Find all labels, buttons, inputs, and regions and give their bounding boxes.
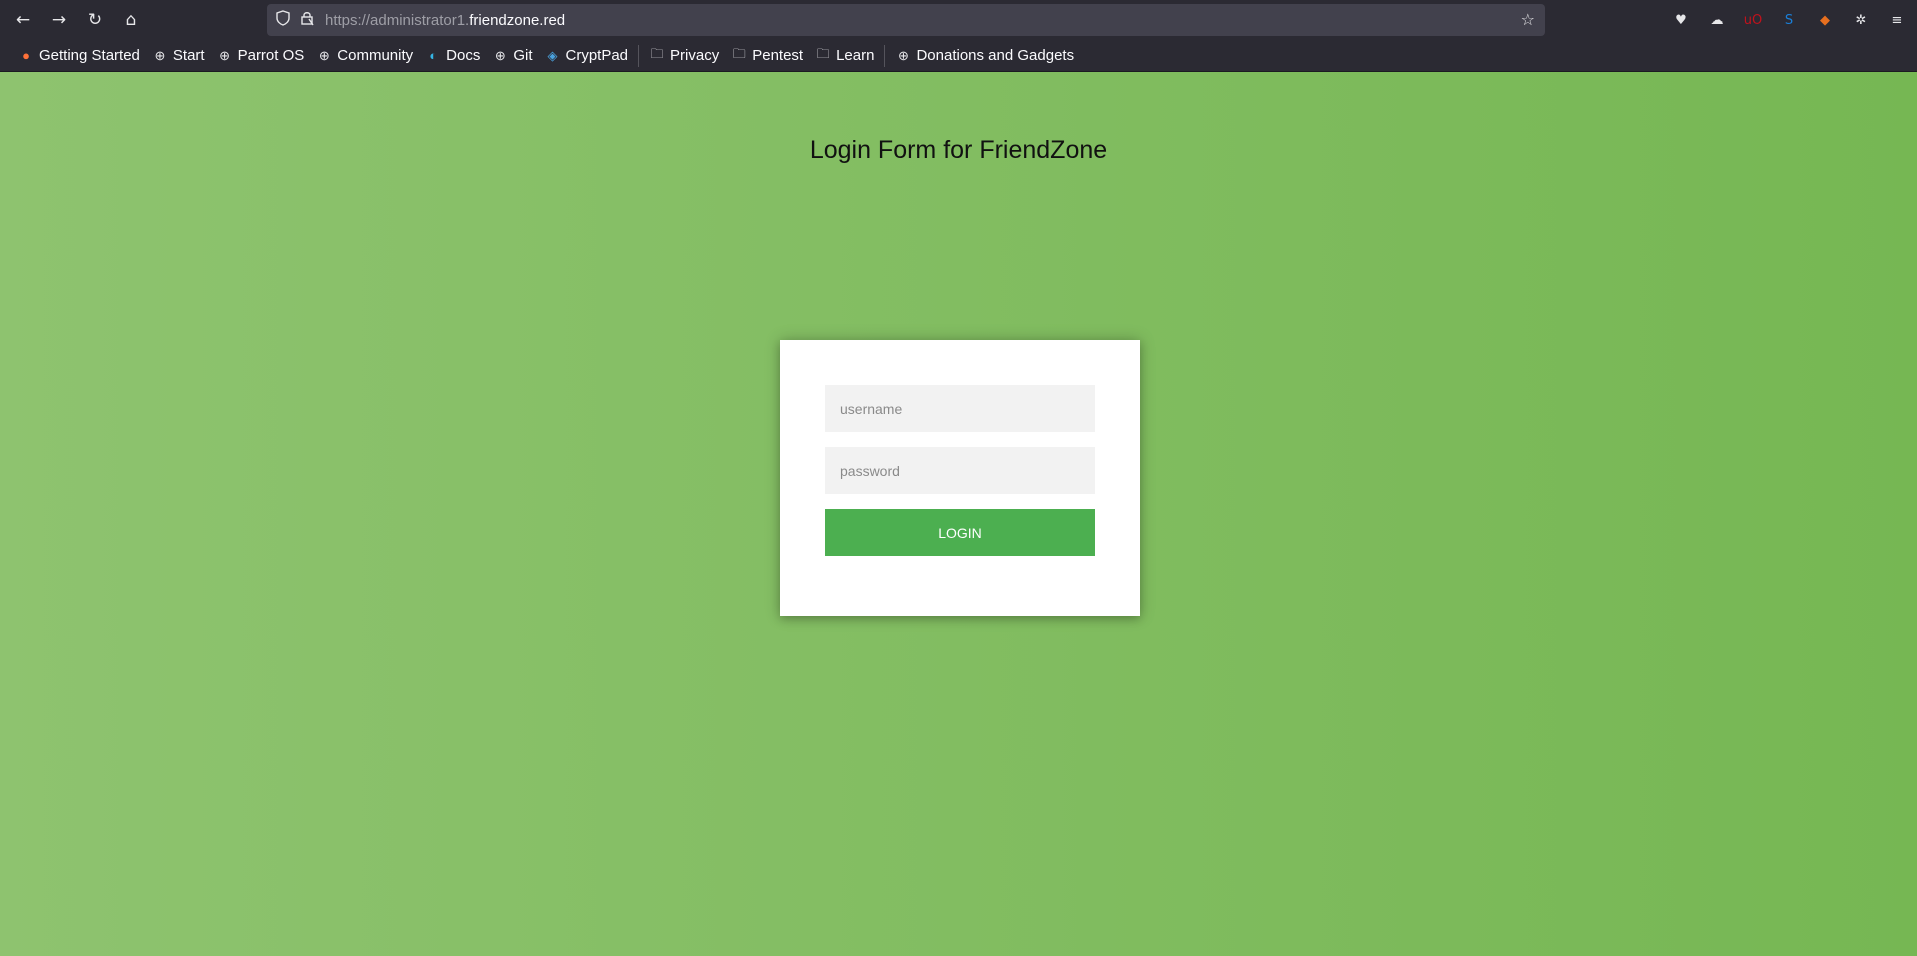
bookmark-getting-started[interactable]: ● Getting Started bbox=[12, 43, 146, 68]
login-form: LOGIN bbox=[780, 340, 1140, 616]
globe-icon: ⊕ bbox=[219, 47, 231, 63]
bookmark-learn[interactable]: 🗀 Learn bbox=[809, 41, 880, 71]
pocket-icon[interactable]: ♥ bbox=[1669, 4, 1693, 36]
folder-icon: 🗀 bbox=[650, 45, 664, 61]
bookmark-label: Learn bbox=[836, 47, 875, 64]
bookmark-label: Pentest bbox=[752, 47, 804, 64]
bookmark-label: CryptPad bbox=[565, 47, 629, 64]
browser-window: ← → ↻ ⌂ https://administrator1.friendzone.r… bbox=[0, 0, 1917, 956]
ublock-origin-icon[interactable]: uO bbox=[1741, 4, 1765, 36]
forward-icon[interactable]: → bbox=[41, 4, 77, 36]
extensions-toolbar: ♥ ☁ uO S ◆ ✲ ≡ bbox=[1669, 4, 1909, 36]
username-input[interactable] bbox=[825, 385, 1095, 432]
bookmark-privacy[interactable]: 🗀 Privacy bbox=[643, 41, 725, 71]
firefox-icon: ● bbox=[22, 48, 30, 63]
docs-icon: ◐ bbox=[429, 48, 438, 63]
bookmark-parrot-os[interactable]: ⊕ Parrot OS bbox=[211, 43, 311, 68]
globe-icon: ⊕ bbox=[898, 47, 909, 63]
login-button[interactable]: LOGIN bbox=[825, 509, 1095, 556]
bookmark-label: Start bbox=[172, 47, 205, 64]
bookmark-start[interactable]: ⊕ Start bbox=[146, 43, 211, 68]
bookmark-cryptpad[interactable]: ◈ CryptPad bbox=[539, 43, 635, 68]
bookmark-label: Git bbox=[513, 47, 533, 64]
bookmark-label: Community bbox=[337, 47, 414, 64]
bookmark-star-icon[interactable]: ☆ bbox=[1521, 10, 1535, 29]
password-input[interactable] bbox=[825, 447, 1095, 494]
folder-icon: 🗀 bbox=[816, 45, 830, 61]
globe-icon: ⊕ bbox=[318, 47, 330, 63]
extension-squirrel-icon[interactable]: ☁ bbox=[1705, 4, 1729, 36]
lock-icon[interactable] bbox=[299, 10, 315, 30]
url-host: friendzone.red bbox=[469, 11, 566, 29]
bookmark-git[interactable]: ⊕ Git bbox=[486, 43, 538, 68]
page-content: Login Form for FriendZone LOGIN bbox=[0, 72, 1917, 956]
browser-toolbar: ← → ↻ ⌂ https://administrator1.friendzone.r… bbox=[0, 0, 1917, 40]
extensions-puzzle-icon[interactable]: ✲ bbox=[1849, 4, 1873, 36]
home-icon[interactable]: ⌂ bbox=[113, 4, 149, 36]
globe-icon: ⊕ bbox=[154, 47, 166, 63]
reload-icon[interactable]: ↻ bbox=[77, 4, 113, 36]
bookmark-label: Docs bbox=[446, 47, 481, 64]
bookmark-donations-and-gadgets[interactable]: ⊕ Donations and Gadgets bbox=[889, 43, 1080, 68]
bookmark-community[interactable]: ⊕ Community bbox=[310, 43, 419, 68]
bookmark-docs[interactable]: ◐ Docs bbox=[419, 43, 486, 68]
bookmark-label: Getting Started bbox=[39, 47, 140, 64]
back-icon[interactable]: ← bbox=[5, 4, 41, 36]
url-scheme: https://administrator1. bbox=[325, 11, 470, 29]
bookmark-label: Privacy bbox=[670, 47, 720, 64]
navigation-buttons: ← → ↻ ⌂ bbox=[5, 4, 149, 36]
page-title: Login Form for FriendZone bbox=[809, 136, 1108, 164]
menu-hamburger-icon[interactable]: ≡ bbox=[1885, 4, 1909, 36]
bookmark-separator bbox=[638, 44, 640, 67]
bookmark-label: Donations and Gadgets bbox=[916, 47, 1075, 64]
url-text[interactable]: https://administrator1.friendzone.red bbox=[325, 12, 565, 29]
bookmark-pentest[interactable]: 🗀 Pentest bbox=[725, 41, 809, 71]
address-bar[interactable]: https://administrator1.friendzone.red ☆ bbox=[267, 4, 1545, 36]
cryptpad-icon: ◈ bbox=[547, 47, 558, 63]
bookmark-label: Parrot OS bbox=[237, 47, 305, 64]
globe-icon: ⊕ bbox=[494, 47, 506, 63]
bookmark-separator bbox=[884, 44, 886, 67]
folder-icon: 🗀 bbox=[732, 45, 746, 61]
fox-extension-icon[interactable]: ◆ bbox=[1813, 4, 1837, 36]
shield-icon[interactable] bbox=[275, 10, 291, 30]
bookmarks-toolbar: ● Getting Started ⊕ Start ⊕ Parrot OS ⊕ Communi… bbox=[0, 40, 1917, 72]
s-extension-icon[interactable]: S bbox=[1777, 4, 1801, 36]
